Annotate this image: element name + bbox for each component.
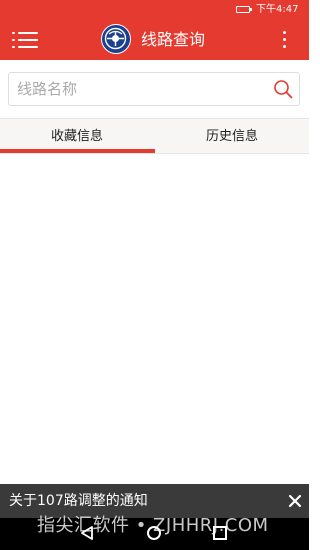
recent-apps-icon[interactable] — [213, 526, 227, 540]
page-title: 线路查询 — [141, 30, 206, 49]
tab-history[interactable]: 历史信息 — [155, 119, 309, 154]
search-icon[interactable] — [273, 79, 293, 99]
search-box — [8, 72, 300, 106]
status-bar: 下午4:47 — [0, 0, 309, 20]
notice-text[interactable]: 关于107路调整的通知 — [9, 492, 148, 510]
tab-indicator — [0, 149, 155, 153]
close-icon[interactable] — [287, 493, 303, 509]
system-nav-bar — [0, 518, 309, 550]
back-icon[interactable] — [80, 525, 94, 545]
status-time: 下午4:47 — [256, 4, 299, 15]
battery-icon — [236, 6, 252, 13]
home-icon[interactable] — [147, 526, 161, 540]
app-logo — [101, 24, 131, 54]
search-input[interactable] — [17, 78, 262, 100]
more-vertical-icon[interactable] — [280, 30, 290, 50]
notice-bar[interactable]: 关于107路调整的通知 — [0, 484, 309, 518]
favorites-list — [0, 154, 309, 484]
menu-icon[interactable] — [12, 30, 38, 50]
app-bar: 线路查询 — [0, 20, 309, 60]
